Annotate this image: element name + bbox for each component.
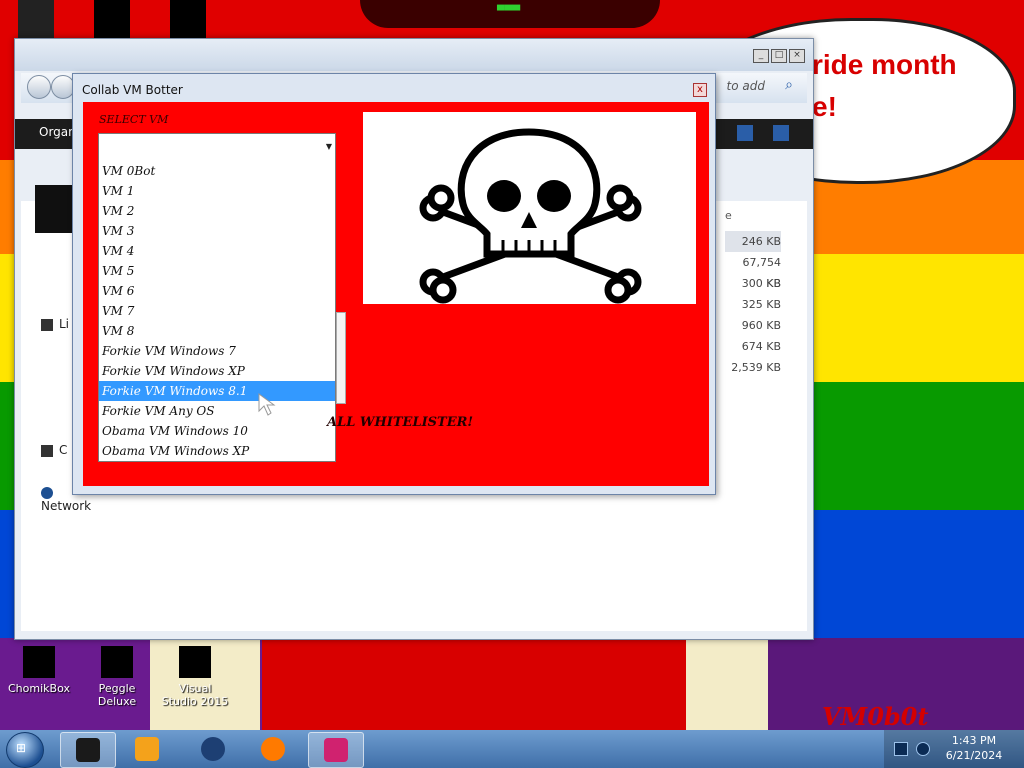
select-vm-label: SELECT VM — [99, 113, 169, 126]
firefox-icon — [261, 737, 285, 761]
wallpaper-cartoon — [686, 638, 768, 730]
file-size[interactable]: 2,539 KB — [725, 357, 781, 378]
vm-option-selected[interactable]: Forkie VM Windows 8.1 — [99, 381, 335, 401]
collab-vm-botter-window: Collab VM Botter x SELECT VM ▼ VM 0Bot V… — [72, 73, 716, 495]
vm-option[interactable]: VM 8 — [99, 321, 335, 341]
visual-studio-icon — [179, 646, 211, 678]
back-button[interactable] — [27, 75, 51, 99]
vm-dropdown-list: VM 0Bot VM 1 VM 2 VM 3 VM 4 VM 5 VM 6 VM… — [98, 161, 336, 462]
explorer-icon — [76, 738, 100, 762]
organize-button[interactable]: Organ — [39, 125, 76, 139]
library-icon — [41, 318, 53, 331]
network-tray-icon[interactable] — [894, 742, 908, 756]
vm-option[interactable]: VM 5 — [99, 261, 335, 281]
desktop-icon-label: ChomikBox — [8, 682, 70, 695]
vm-option[interactable]: VM 0Bot — [99, 161, 335, 181]
taskbar-item-botter[interactable] — [308, 732, 364, 768]
desktop-icon-peggle[interactable]: Peggle Deluxe — [82, 646, 152, 708]
desktop-icon-label: Peggle Deluxe — [97, 682, 137, 708]
nav-item-label: Li — [59, 317, 70, 331]
search-icon[interactable]: ⌕ — [785, 77, 793, 93]
vm-option[interactable]: VM 3 — [99, 221, 335, 241]
search-hint[interactable]: to add — [727, 79, 765, 93]
taskbar-item-globe[interactable] — [186, 732, 240, 766]
whitelister-label: ALL WHITELISTER! — [327, 415, 474, 430]
windows-logo-icon: ⊞ — [16, 741, 27, 755]
file-size[interactable]: 325 KB — [725, 294, 781, 315]
skull-crossbones-icon — [419, 128, 642, 304]
toolbar-icon[interactable] — [773, 125, 789, 141]
vm-option[interactable]: Obama VM Windows 10 — [99, 421, 335, 441]
dialog-title: Collab VM Botter — [82, 83, 183, 97]
network-icon — [41, 486, 53, 499]
vm-option[interactable]: Forkie VM Windows 7 — [99, 341, 335, 361]
nav-item-computer[interactable]: C — [41, 443, 67, 457]
wallpaper-cartoon — [262, 638, 686, 730]
vm-select-combobox[interactable]: ▼ — [98, 133, 336, 163]
vm-option[interactable]: VM 4 — [99, 241, 335, 261]
desktop-icon-top[interactable] — [18, 0, 54, 38]
clock-date: 6/21/2024 — [945, 749, 1003, 762]
bubble-line-1: ride month — [812, 49, 957, 80]
peggle-icon — [101, 646, 133, 678]
desktop-icon-chomikbox[interactable]: ChomikBox — [4, 646, 74, 695]
vm0b0t-logo: VM0b0t — [822, 702, 929, 731]
file-size[interactable]: 960 KB — [725, 315, 781, 336]
file-size[interactable]: 674 KB — [725, 336, 781, 357]
vm-option[interactable]: VM 2 — [99, 201, 335, 221]
vm-option[interactable]: Forkie VM Windows XP — [99, 361, 335, 381]
computer-icon — [41, 444, 53, 457]
wallpaper-eyes: ▀▀▀ — [497, 6, 521, 17]
vm-option[interactable]: Forkie VM Any OS — [99, 401, 335, 421]
clock-time: 1:43 PM — [951, 734, 997, 747]
list-scrollbar[interactable] — [336, 312, 346, 404]
vm-option[interactable]: VM 7 — [99, 301, 335, 321]
desktop-icon-top[interactable] — [170, 0, 206, 38]
clock[interactable]: 1:43 PM 6/21/2024 — [938, 733, 1010, 763]
globe-icon — [201, 737, 225, 761]
close-button[interactable]: × — [789, 49, 805, 63]
skull-image-panel — [363, 112, 696, 304]
chomikbox-icon — [23, 646, 55, 678]
dialog-content: SELECT VM ▼ VM 0Bot VM 1 VM 2 VM 3 VM 4 … — [83, 102, 709, 486]
window-controls: _ □ × — [753, 49, 805, 63]
nav-item-libraries[interactable]: Li — [41, 317, 69, 331]
minimize-button[interactable]: _ — [753, 49, 769, 63]
desktop-icon-top[interactable] — [94, 0, 130, 38]
taskbar: ⊞ 1:43 PM 6/21/2024 — [0, 730, 1024, 768]
file-size[interactable]: 300 KB — [725, 273, 781, 294]
mouse-cursor-icon — [258, 393, 276, 416]
botter-app-icon — [324, 738, 348, 762]
nav-item-label: C — [59, 443, 68, 457]
chevron-down-icon[interactable]: ▼ — [326, 142, 332, 151]
nav-item-label: Network — [41, 499, 92, 513]
bubble-line-2: e! — [812, 91, 837, 122]
file-size[interactable]: 67,754 KB — [725, 252, 782, 290]
taskbar-item-explorer[interactable] — [60, 732, 116, 768]
file-size[interactable]: 246 KB — [725, 231, 781, 252]
toolbar-icon[interactable] — [737, 125, 753, 141]
vm-option[interactable]: VM 6 — [99, 281, 335, 301]
speech-bubble-text: ride month e! — [812, 44, 957, 128]
desktop-icon-visual-studio[interactable]: Visual Studio 2015 — [160, 646, 230, 708]
explorer-titlebar[interactable]: _ □ × — [15, 39, 813, 71]
taskbar-item-firefox[interactable] — [246, 732, 300, 766]
size-column-header[interactable]: e — [725, 209, 732, 222]
file-size-column: 246 KB 67,754 KB 300 KB 325 KB 960 KB 67… — [725, 231, 781, 378]
vm-option[interactable]: Obama VM Windows XP — [99, 441, 335, 461]
desktop-icon-label: Visual Studio 2015 — [161, 682, 229, 708]
vm-option[interactable]: VM 1 — [99, 181, 335, 201]
taskbar-item-media-player[interactable] — [120, 732, 174, 766]
volume-tray-icon[interactable] — [916, 742, 930, 756]
media-player-icon — [135, 737, 159, 761]
dialog-close-button[interactable]: x — [693, 83, 707, 97]
maximize-button[interactable]: □ — [771, 49, 787, 63]
